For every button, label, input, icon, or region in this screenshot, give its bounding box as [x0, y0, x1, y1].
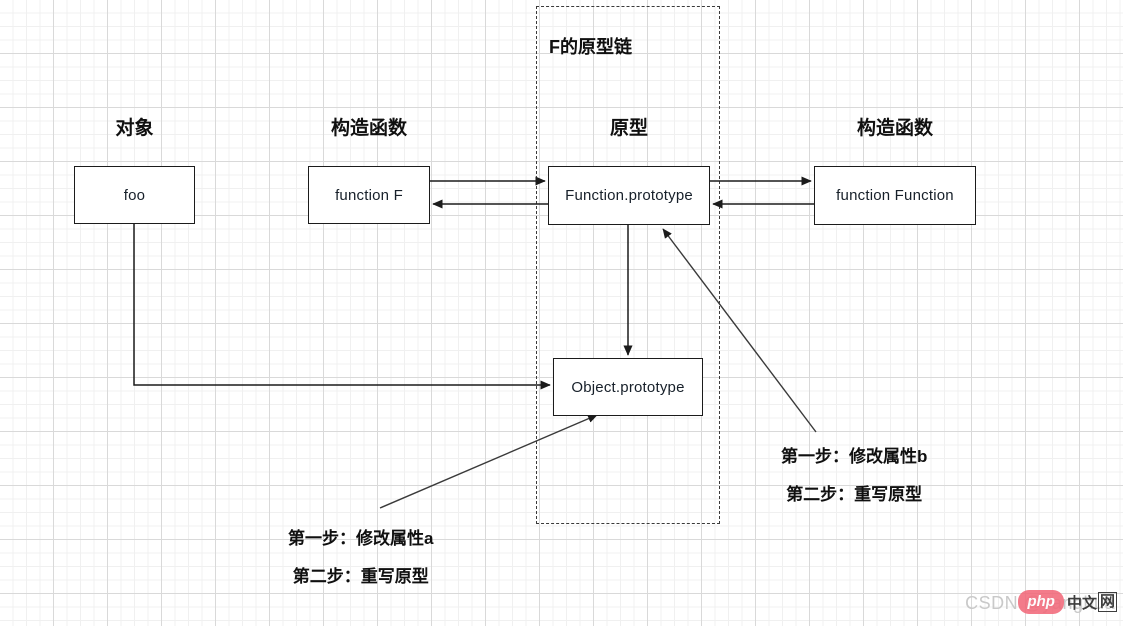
column-title-constructor-function: 构造函数 [856, 118, 933, 139]
node-object-prototype[interactable]: Object.prototype [553, 358, 703, 416]
watermark-logo: php 中文 网 [1018, 590, 1117, 614]
column-title-prototype: 原型 [609, 118, 648, 139]
watermark-logo-cn: 中文 网 [1067, 592, 1117, 613]
note-a-line-2: 第二步：重写原型 [292, 567, 429, 586]
diagram-canvas: F的原型链 对象 构造函数 原型 构造函数 foo function F Fun… [0, 0, 1123, 626]
column-title-constructor-f: 构造函数 [330, 118, 407, 139]
note-b-line-1: 第一步：修改属性b [781, 447, 928, 466]
group-container-f-prototype-chain [536, 6, 720, 524]
group-title: F的原型链 [549, 37, 632, 57]
node-function-function[interactable]: function Function [814, 166, 976, 225]
note-a-line-1: 第一步：修改属性a [288, 529, 434, 548]
note-b-line-2: 第二步：重写原型 [786, 485, 923, 504]
node-function-f[interactable]: function F [308, 166, 430, 224]
column-title-object: 对象 [115, 118, 154, 139]
watermark-logo-cn-boxed: 网 [1097, 592, 1117, 612]
php-badge-icon: php [1018, 590, 1064, 614]
note-modify-property-a: 第一步：修改属性a 第二步：重写原型 [288, 520, 433, 596]
note-modify-property-b: 第一步：修改属性b 第二步：重写原型 [781, 438, 927, 514]
node-function-prototype[interactable]: Function.prototype [548, 166, 710, 225]
watermark-logo-cn-text: 中文 [1066, 594, 1097, 612]
edge-foo-to-object-prototype [133, 224, 551, 390]
node-foo[interactable]: foo [74, 166, 195, 224]
